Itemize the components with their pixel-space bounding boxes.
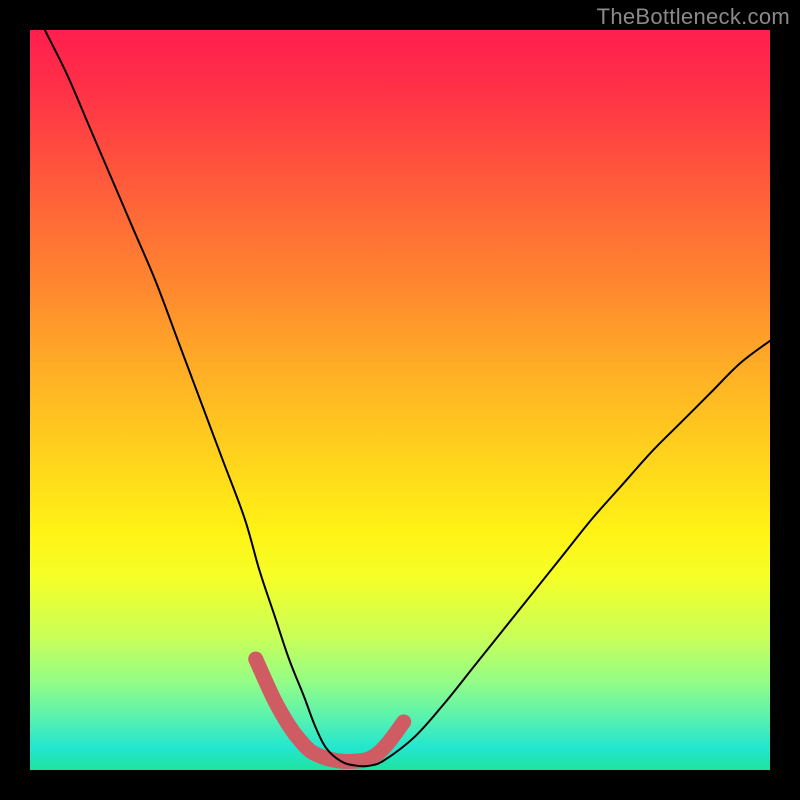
chart-stage: TheBottleneck.com bbox=[0, 0, 800, 800]
watermark-text: TheBottleneck.com bbox=[597, 4, 790, 30]
highlight-segment bbox=[256, 659, 404, 762]
bottleneck-curve bbox=[45, 30, 770, 766]
chart-overlay bbox=[30, 30, 770, 770]
